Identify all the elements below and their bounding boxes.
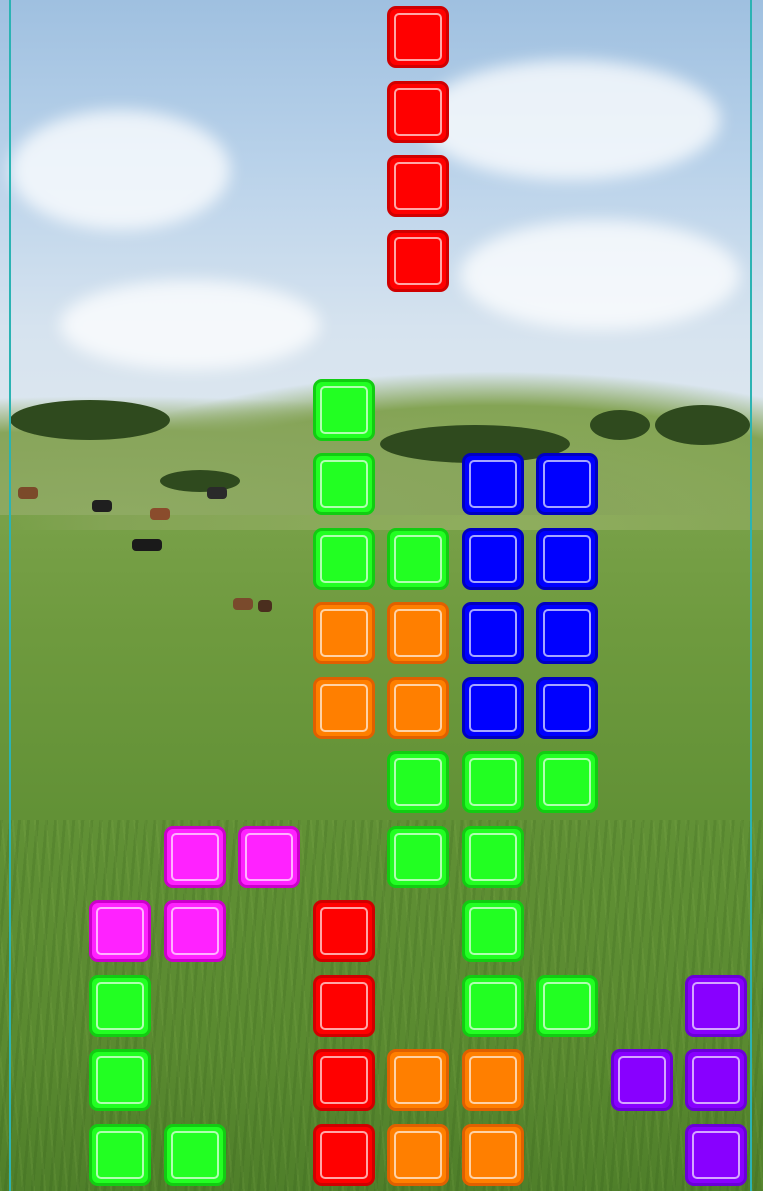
stacked-block-orange [462,1124,524,1186]
stacked-block-green [462,826,524,888]
stacked-block-red [313,975,375,1037]
right-well-border [750,0,752,1191]
falling-block [387,6,449,68]
cow [233,598,253,610]
stacked-block-purple [685,1049,747,1111]
cow [258,600,272,612]
stacked-block-green [313,453,375,515]
stacked-block-magenta [89,900,151,962]
cow [18,487,38,499]
cloud [60,280,320,370]
stacked-block-purple [685,975,747,1037]
stacked-block-green [89,1124,151,1186]
stacked-block-green [387,751,449,813]
stacked-block-blue [462,602,524,664]
stacked-block-green [387,528,449,590]
stacked-block-magenta [238,826,300,888]
stacked-block-blue [462,453,524,515]
stacked-block-orange [313,602,375,664]
cloud [420,60,720,180]
stacked-block-green [313,528,375,590]
stacked-block-red [313,1124,375,1186]
falling-block [387,230,449,292]
stacked-block-green [536,975,598,1037]
tree [590,410,650,440]
falling-block [387,81,449,143]
stacked-block-blue [536,602,598,664]
stacked-block-blue [536,677,598,739]
stacked-block-blue [462,677,524,739]
cloud [460,220,740,330]
stacked-block-magenta [164,900,226,962]
stacked-block-green [89,1049,151,1111]
stacked-block-orange [387,677,449,739]
stacked-block-red [313,900,375,962]
falling-block [387,155,449,217]
stacked-block-green [89,975,151,1037]
stacked-block-blue [462,528,524,590]
stacked-block-green [313,379,375,441]
stacked-block-green [164,1124,226,1186]
stacked-block-orange [313,677,375,739]
stacked-block-red [313,1049,375,1111]
cow [92,500,112,512]
left-well-border [9,0,11,1191]
stacked-block-green [387,826,449,888]
stacked-block-green [462,975,524,1037]
bush [160,470,240,492]
stacked-block-blue [536,453,598,515]
cow [150,508,170,520]
stacked-block-magenta [164,826,226,888]
stacked-block-green [536,751,598,813]
stacked-block-purple [611,1049,673,1111]
game-screen [0,0,763,1191]
cow [207,487,227,499]
stacked-block-orange [462,1049,524,1111]
stacked-block-blue [536,528,598,590]
stacked-block-green [462,751,524,813]
tree [655,405,750,445]
stacked-block-purple [685,1124,747,1186]
stacked-block-orange [387,602,449,664]
stacked-block-orange [387,1124,449,1186]
stacked-block-orange [387,1049,449,1111]
stacked-block-green [462,900,524,962]
cow [132,539,162,551]
cloud [10,110,230,230]
tree-line [10,400,170,440]
